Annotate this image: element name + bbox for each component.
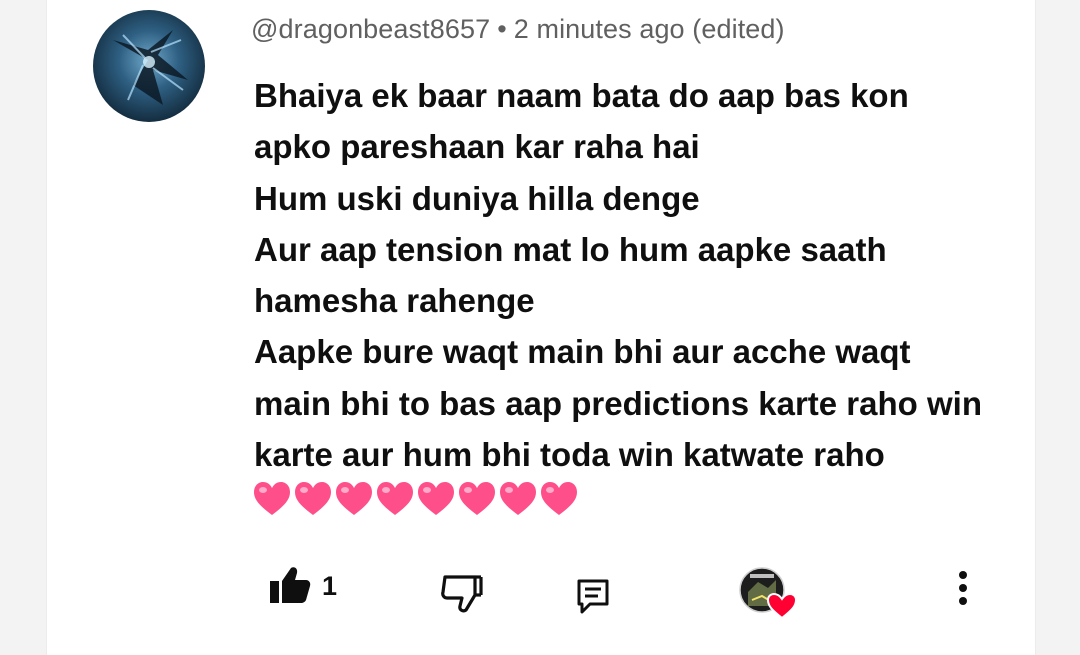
like-count: 1 bbox=[322, 571, 338, 601]
comment-author[interactable]: @dragonbeast8657 bbox=[251, 14, 490, 44]
meta-separator: • bbox=[497, 14, 507, 44]
heart-emoji bbox=[336, 482, 372, 515]
heart-emoji bbox=[377, 482, 413, 515]
user-avatar[interactable] bbox=[93, 10, 205, 122]
comment-line: apko pareshaan kar raha hai bbox=[254, 128, 700, 166]
more-vertical-icon bbox=[959, 571, 967, 605]
comment-line: Aapke bure waqt main bhi aur acche waqt bbox=[254, 333, 911, 371]
heart-emoji bbox=[295, 482, 331, 515]
heart-emoji bbox=[459, 482, 495, 515]
heart-emoji bbox=[500, 482, 536, 515]
comment-line: Hum uski duniya hilla denge bbox=[254, 179, 700, 217]
reply-button[interactable] bbox=[574, 577, 612, 617]
comment-line: main bhi to bas aap predictions karte ra… bbox=[254, 384, 982, 422]
comment-line: Aur aap tension mat lo hum aapke saath bbox=[254, 230, 887, 268]
more-options-button[interactable] bbox=[947, 568, 979, 608]
creator-heart-badge[interactable] bbox=[738, 566, 800, 620]
thumbs-up-filled-icon bbox=[270, 567, 311, 603]
comment-reply-icon bbox=[577, 579, 609, 614]
comment-line: karte aur hum bhi toda win katwate raho bbox=[254, 436, 885, 474]
like-button[interactable] bbox=[266, 564, 312, 606]
heart-emoji bbox=[418, 482, 454, 515]
heart-emoji bbox=[541, 482, 577, 515]
thumbs-down-outline-icon bbox=[441, 575, 483, 613]
heart-icon bbox=[766, 592, 798, 620]
heart-emoji-row bbox=[252, 479, 579, 519]
comment-meta: @dragonbeast8657 • 2 minutes ago (edited) bbox=[251, 14, 785, 45]
dislike-button[interactable] bbox=[438, 572, 484, 614]
comment-timestamp[interactable]: 2 minutes ago (edited) bbox=[514, 14, 785, 44]
comment-line: Bhaiya ek baar naam bata do aap bas kon bbox=[254, 77, 909, 114]
heart-emoji bbox=[254, 482, 290, 515]
comment-text: Bhaiya ek baar naam bata do aap bas kon … bbox=[254, 70, 1014, 480]
comment-line: hamesha rahenge bbox=[254, 282, 535, 320]
